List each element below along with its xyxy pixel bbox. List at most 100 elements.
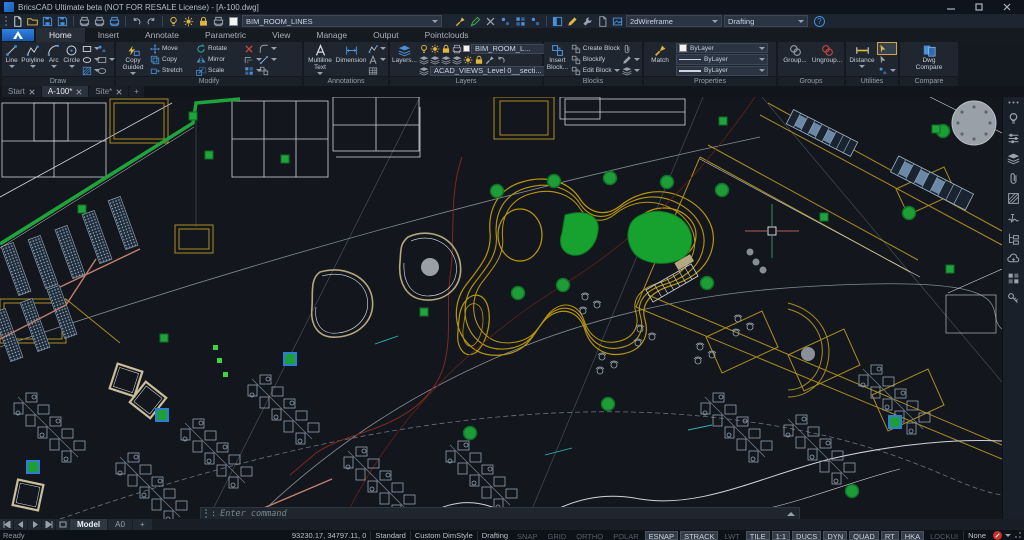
ribbon-layer-combo[interactable]: BIM_ROOM_L... xyxy=(470,43,555,54)
group-button[interactable]: Group... xyxy=(780,43,810,76)
array-button[interactable] xyxy=(244,65,262,76)
create-block-button[interactable]: Create Block xyxy=(571,43,620,54)
polyline-button[interactable]: Polyline xyxy=(21,43,44,76)
line-button[interactable]: Line xyxy=(4,43,19,76)
status-toggle[interactable]: 1:1 xyxy=(771,530,791,540)
layer-isolate-icon[interactable] xyxy=(430,55,440,65)
erase-button[interactable] xyxy=(244,43,259,54)
explode-icon[interactable] xyxy=(484,15,497,27)
layer-plot-icon[interactable] xyxy=(212,15,225,27)
status-toggle[interactable]: DYN xyxy=(823,530,848,540)
drawing-canvas[interactable] xyxy=(0,97,1002,519)
text-style-button[interactable] xyxy=(368,54,386,65)
dwg-compare-button[interactable]: Dwg Compare xyxy=(911,43,947,76)
status-toggle[interactable]: LOCKUI xyxy=(926,531,962,540)
command-bar-grip[interactable] xyxy=(205,509,207,518)
block-attach-button[interactable] xyxy=(622,43,640,54)
ribbon-tab[interactable]: Manage xyxy=(303,28,360,42)
layout-tab[interactable]: A0 xyxy=(108,519,132,530)
layer-plot-icon[interactable] xyxy=(452,44,462,54)
close-tab-icon[interactable] xyxy=(29,88,35,95)
status-toggle[interactable]: LWT xyxy=(720,531,743,540)
block-edit-ref-button[interactable] xyxy=(622,54,640,65)
color-swatch-white[interactable] xyxy=(227,15,240,27)
annotation-scale-field[interactable]: None xyxy=(963,530,990,540)
layer-unisolate-icon[interactable] xyxy=(441,55,451,65)
ribbon-tab[interactable]: Parametric xyxy=(192,28,259,42)
multiline-text-button[interactable]: Multiline Text xyxy=(306,43,334,76)
workspace-field[interactable]: Drafting xyxy=(476,530,512,540)
distance-button[interactable]: Distance xyxy=(848,43,876,76)
save-as-icon[interactable] xyxy=(56,15,69,27)
maximize-button[interactable] xyxy=(972,1,986,13)
ribbon-tab[interactable]: Pointclouds xyxy=(412,28,482,42)
close-button[interactable] xyxy=(1000,1,1014,13)
circle-button[interactable]: Circle xyxy=(63,43,80,76)
layer-color-swatch[interactable] xyxy=(462,45,470,52)
table-button[interactable] xyxy=(368,65,386,76)
dim-style-field[interactable]: Custom DimStyle xyxy=(409,530,477,540)
status-toggle[interactable]: RT xyxy=(880,530,899,540)
minimize-button[interactable] xyxy=(944,1,958,13)
lineweight-combo[interactable]: ByLayer xyxy=(676,65,768,76)
layer-state-icon[interactable] xyxy=(419,55,429,65)
match-button[interactable]: Match xyxy=(646,43,674,76)
dimension-button[interactable]: Dimension xyxy=(336,43,366,76)
boundary-button[interactable] xyxy=(97,65,112,76)
next-layout-button[interactable] xyxy=(28,519,41,530)
rotate-button[interactable]: Rotate xyxy=(196,43,242,54)
new-document-tab-button[interactable]: + xyxy=(129,86,144,97)
saved-view-icon[interactable] xyxy=(419,66,429,76)
last-layout-button[interactable] xyxy=(42,519,55,530)
move-button[interactable]: Move xyxy=(150,43,196,54)
open-folder-icon[interactable] xyxy=(26,15,39,27)
save-icon[interactable] xyxy=(41,15,54,27)
linetype-combo[interactable]: ByLayer xyxy=(676,54,768,65)
copy-guided-button[interactable]: Copy Guided xyxy=(118,43,148,76)
explode-button[interactable] xyxy=(259,65,274,76)
selection-modes-icon[interactable] xyxy=(514,15,527,27)
layer-on-icon[interactable] xyxy=(167,15,180,27)
new-layout-button[interactable]: + xyxy=(132,519,152,530)
visual-style-combo[interactable]: 2dWireframe xyxy=(626,15,722,27)
layer-on-icon[interactable] xyxy=(419,44,429,54)
toolbar-grip[interactable] xyxy=(5,16,7,26)
document-tab[interactable]: Start xyxy=(2,86,41,97)
status-toggle[interactable]: HKA xyxy=(900,530,925,540)
panels-icon[interactable] xyxy=(551,15,564,27)
more-icon[interactable] xyxy=(1007,99,1020,105)
coordinates-readout[interactable]: 93230.17, 34797.11, 0 xyxy=(288,531,371,540)
layout-tab[interactable]: Model xyxy=(70,519,108,530)
properties-panel-icon[interactable] xyxy=(1007,132,1020,145)
copy-nested-icon[interactable] xyxy=(499,15,512,27)
ribbon-tab[interactable]: Output xyxy=(360,28,412,42)
layer-combo[interactable]: BIM_ROOM_LINES xyxy=(242,15,442,27)
parameters-icon[interactable] xyxy=(1007,212,1020,225)
leader-button[interactable] xyxy=(368,43,386,54)
redo-icon[interactable] xyxy=(145,15,158,27)
blockify-button[interactable]: Blockify xyxy=(571,54,620,65)
color-picker-icon[interactable] xyxy=(469,15,482,27)
workspace-combo[interactable]: Drafting xyxy=(724,15,808,27)
ellipse-button[interactable] xyxy=(82,54,100,65)
help-icon[interactable]: ? xyxy=(814,15,825,27)
ungroup-button[interactable]: Ungroup... xyxy=(812,43,842,76)
color-combo[interactable]: ByLayer xyxy=(676,43,768,54)
hatch-button[interactable] xyxy=(82,65,100,76)
status-toggle[interactable]: POLAR xyxy=(609,531,642,540)
draw-order-icon[interactable] xyxy=(566,15,579,27)
stretch-button[interactable]: Stretch xyxy=(150,65,196,76)
id-point-button[interactable] xyxy=(878,65,896,76)
document-tab[interactable]: A-100* xyxy=(41,86,89,97)
copy-button[interactable]: Copy xyxy=(150,54,196,65)
status-toggle[interactable]: QUAD xyxy=(849,530,879,540)
point-button[interactable] xyxy=(97,43,112,54)
resize-grip[interactable] xyxy=(1015,532,1021,538)
saved-view-combo[interactable]: ACAD_VIEWS_Level 0__secti... xyxy=(429,65,555,76)
close-tab-icon[interactable] xyxy=(76,88,82,95)
hatch-panel-icon[interactable] xyxy=(1007,192,1020,205)
cloud-icon[interactable] xyxy=(1007,252,1020,265)
hotkey-icon[interactable] xyxy=(1007,292,1020,305)
prev-layout-button[interactable] xyxy=(14,519,27,530)
expand-command-history-icon[interactable] xyxy=(787,511,795,516)
